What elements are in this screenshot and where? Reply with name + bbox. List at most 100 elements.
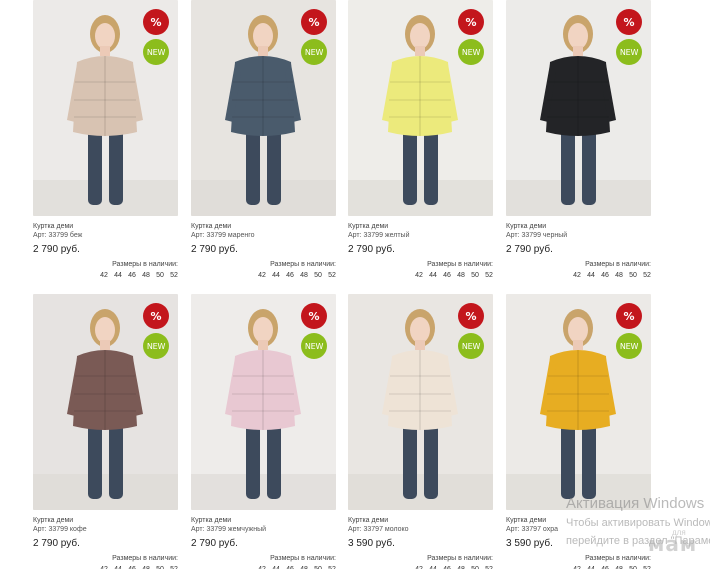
product-card[interactable]: % NEW Куртка деми Арт: 33799 желтый 2 79… [348,0,493,280]
size-option[interactable]: 42 [415,565,423,569]
size-option[interactable]: 42 [258,271,266,280]
size-option[interactable]: 50 [156,565,164,569]
size-option[interactable]: 52 [170,271,178,280]
product-article: Арт: 33799 маренго [191,232,255,239]
product-name[interactable]: Куртка деми [33,516,178,525]
sizes-label: Размеры в наличии: [585,261,651,268]
size-option[interactable]: 48 [615,565,623,569]
size-option[interactable]: 52 [485,565,493,569]
size-option[interactable]: 48 [300,565,308,569]
sizes-label: Размеры в наличии: [427,261,493,268]
size-option[interactable]: 50 [314,271,322,280]
size-option[interactable]: 44 [587,565,595,569]
size-option[interactable]: 48 [457,271,465,280]
product-photo[interactable]: % NEW [33,294,178,510]
size-option[interactable]: 46 [443,565,451,569]
product-grid: % NEW Куртка деми Арт: 33799 беж 2 790 р… [0,0,710,569]
site-logo: мам [648,532,698,556]
product-card[interactable]: % NEW Куртка деми Арт: 33799 беж 2 790 р… [33,0,178,280]
size-option[interactable]: 42 [573,271,581,280]
size-list: 42 44 46 48 50 52 [506,271,651,280]
product-photo[interactable]: % NEW [348,0,493,216]
size-option[interactable]: 44 [272,271,280,280]
sale-badge: % [616,9,642,35]
size-option[interactable]: 42 [415,271,423,280]
size-option[interactable]: 44 [272,565,280,569]
product-price: 2 790 руб. [506,244,553,255]
size-option[interactable]: 48 [142,565,150,569]
new-badge: NEW [616,39,642,65]
size-option[interactable]: 46 [601,565,609,569]
size-list: 42 44 46 48 50 52 [33,271,178,280]
product-photo[interactable]: % NEW [506,294,651,510]
product-name[interactable]: Куртка деми [33,222,178,231]
size-list: 42 44 46 48 50 52 [33,565,178,569]
size-option[interactable]: 48 [615,271,623,280]
product-name[interactable]: Куртка деми [191,222,336,231]
size-option[interactable]: 50 [471,565,479,569]
size-option[interactable]: 50 [471,271,479,280]
product-photo[interactable]: % NEW [506,0,651,216]
product-article: Арт: 33799 жемчужный [191,526,267,533]
size-option[interactable]: 42 [258,565,266,569]
size-option[interactable]: 46 [128,271,136,280]
size-option[interactable]: 48 [300,271,308,280]
size-option[interactable]: 52 [328,565,336,569]
size-option[interactable]: 52 [643,565,651,569]
sale-badge: % [301,303,327,329]
size-option[interactable]: 50 [314,565,322,569]
product-photo[interactable]: % NEW [191,294,336,510]
product-price: 2 790 руб. [33,244,80,255]
size-option[interactable]: 44 [429,565,437,569]
size-option[interactable]: 42 [573,565,581,569]
sale-badge: % [143,9,169,35]
product-article: Арт: 33797 молоко [348,526,409,533]
size-option[interactable]: 42 [100,565,108,569]
product-article: Арт: 33799 беж [33,232,83,239]
product-photo[interactable]: % NEW [33,0,178,216]
size-option[interactable]: 46 [128,565,136,569]
new-badge: NEW [616,333,642,359]
size-option[interactable]: 42 [100,271,108,280]
size-option[interactable]: 46 [286,565,294,569]
product-name[interactable]: Куртка деми [506,222,651,231]
product-name[interactable]: Куртка деми [348,222,493,231]
size-option[interactable]: 52 [170,565,178,569]
size-option[interactable]: 50 [156,271,164,280]
product-article: Арт: 33799 черный [506,232,568,239]
size-option[interactable]: 46 [601,271,609,280]
product-card[interactable]: % NEW Куртка деми Арт: 33797 молоко 3 59… [348,294,493,569]
size-option[interactable]: 52 [328,271,336,280]
size-option[interactable]: 46 [286,271,294,280]
new-badge: NEW [301,39,327,65]
size-list: 42 44 46 48 50 52 [191,565,336,569]
sale-badge: % [458,9,484,35]
product-name[interactable]: Куртка деми [348,516,493,525]
size-option[interactable]: 44 [114,271,122,280]
product-photo[interactable]: % NEW [348,294,493,510]
size-option[interactable]: 48 [142,271,150,280]
product-name[interactable]: Куртка деми [191,516,336,525]
size-option[interactable]: 44 [429,271,437,280]
size-option[interactable]: 48 [457,565,465,569]
size-option[interactable]: 44 [587,271,595,280]
new-badge: NEW [458,333,484,359]
product-card[interactable]: % NEW Куртка деми Арт: 33799 маренго 2 7… [191,0,336,280]
product-photo[interactable]: % NEW [191,0,336,216]
size-option[interactable]: 44 [114,565,122,569]
product-card[interactable]: % NEW Куртка деми Арт: 33799 кофе 2 790 … [33,294,178,569]
sizes-label: Размеры в наличии: [270,555,336,562]
sizes-label: Размеры в наличии: [112,555,178,562]
size-list: 42 44 46 48 50 52 [191,271,336,280]
size-option[interactable]: 52 [485,271,493,280]
size-option[interactable]: 46 [443,271,451,280]
product-card[interactable]: % NEW Куртка деми Арт: 33799 черный 2 79… [506,0,651,280]
size-option[interactable]: 50 [629,565,637,569]
product-article: Арт: 33799 желтый [348,232,410,239]
size-option[interactable]: 50 [629,271,637,280]
product-card[interactable]: % NEW Куртка деми Арт: 33799 жемчужный 2… [191,294,336,569]
size-option[interactable]: 52 [643,271,651,280]
sale-badge: % [616,303,642,329]
product-price: 2 790 руб. [191,244,238,255]
product-price: 3 590 руб. [348,538,395,549]
